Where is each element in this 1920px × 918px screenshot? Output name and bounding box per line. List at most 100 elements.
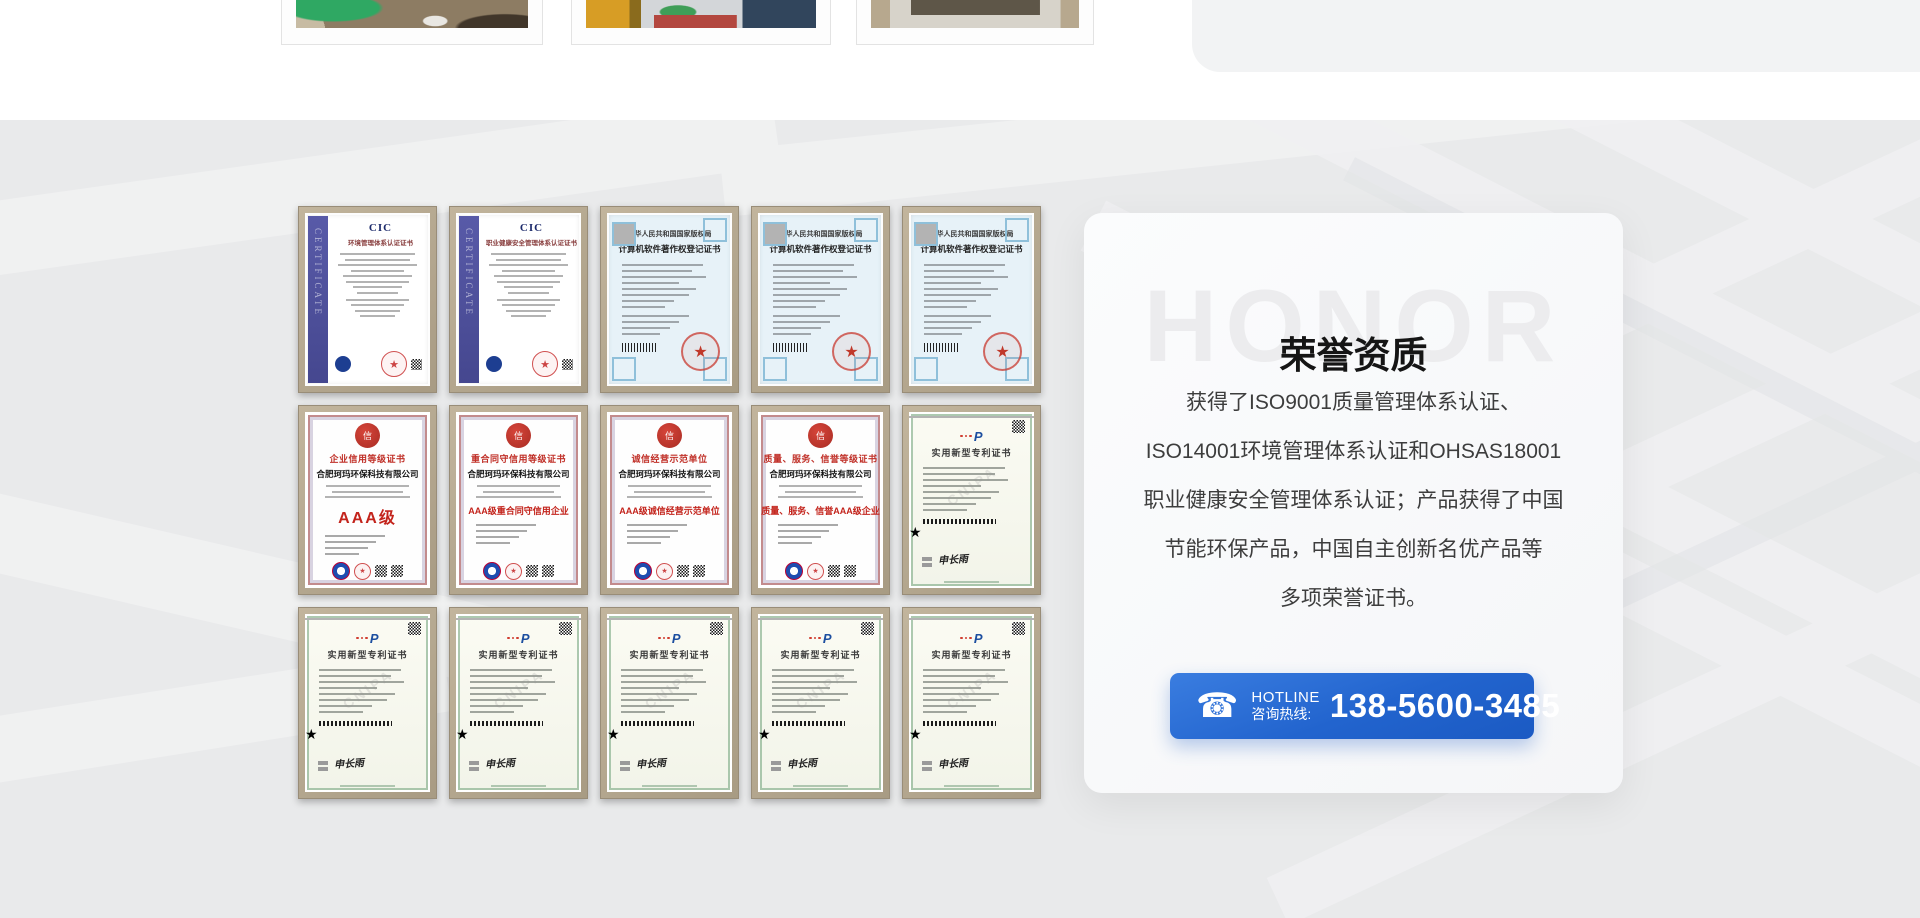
- certificate-patent[interactable]: CNIPA 信 P 实用新型专利证书: [902, 405, 1041, 595]
- certificate-cic[interactable]: CERTIFICATE 信 P CIC 职业健康安全管理体系认证证书: [449, 206, 588, 393]
- red-star-seal: [607, 726, 638, 757]
- certificate-title: 实用新型专利证书: [758, 648, 883, 661]
- qr-code-icon: [710, 622, 723, 635]
- corner-ornament: [1005, 218, 1029, 242]
- certificate-patent[interactable]: CNIPA 信 P 实用新型专利证书: [600, 607, 739, 799]
- honor-section: CERTIFICATE 信 P CIC 环境管理体系认证证书: [0, 120, 1920, 918]
- red-star-seal: [305, 726, 336, 757]
- corner-ornament: [456, 618, 581, 620]
- red-star-seal: [456, 726, 487, 757]
- certificate-title: 诚信经营示范单位: [607, 452, 732, 465]
- corner-ornament: [763, 222, 787, 246]
- company-name: 合肥珂玛环保科技有限公司: [607, 468, 732, 480]
- qr-code-icon: [391, 565, 403, 577]
- certificate-copyright[interactable]: 信 P 中华人民共和国国家版权局 计算机软件著作权登记证书: [751, 206, 890, 393]
- cnipa-p-mark: P: [521, 632, 530, 645]
- certificate-title: 职业健康安全管理体系认证证书: [482, 237, 581, 247]
- certificate-credit[interactable]: 信 P 质量、服务、信誉等级证书 合肥珂玛环保科技有限公司 质量、服务、信誉AA…: [751, 405, 890, 595]
- construction-machinery-photo: [586, 0, 816, 28]
- certificate-title: 实用新型专利证书: [909, 446, 1034, 459]
- cnipa-p-mark: P: [974, 430, 983, 443]
- red-star-seal: [983, 332, 1022, 371]
- corner-ornament: [914, 222, 938, 246]
- blue-round-seal: [634, 562, 652, 580]
- blue-round-seal: [785, 562, 803, 580]
- corner-ornament: [763, 357, 787, 381]
- grade-text: AAA级重合同守信用企业: [456, 504, 581, 517]
- grade-text: 质量、服务、信誉AAA级企业: [758, 504, 883, 517]
- hotline-button[interactable]: ☎ HOTLINE 咨询热线: 138-5600-3485: [1170, 673, 1534, 739]
- barcode: [924, 343, 958, 352]
- qr-code-icon: [411, 359, 422, 370]
- company-name: 合肥珂玛环保科技有限公司: [758, 468, 883, 480]
- corner-ornament: [607, 618, 732, 620]
- certificate-grid: CERTIFICATE 信 P CIC 环境管理体系认证证书: [298, 206, 1041, 799]
- certificate-copyright[interactable]: 信 P 中华人民共和国国家版权局 计算机软件著作权登记证书: [600, 206, 739, 393]
- hotline-label-zh: 咨询热线:: [1251, 706, 1320, 723]
- red-emblem-seal: 信: [355, 423, 380, 448]
- certificate-side-band: CERTIFICATE: [459, 216, 479, 383]
- qr-code-icon: [861, 622, 874, 635]
- certificate-title: 重合同守信用等级证书: [456, 452, 581, 465]
- signature: 申长雨: [787, 754, 818, 771]
- certificate-copyright[interactable]: 信 P 中华人民共和国国家版权局 计算机软件著作权登记证书: [902, 206, 1041, 393]
- red-star-seal: [381, 351, 407, 377]
- qr-code-icon: [562, 359, 573, 370]
- honor-paragraph-line: 获得了ISO9001质量管理体系认证、: [1124, 378, 1583, 427]
- red-star-seal: [758, 726, 789, 757]
- corner-ornament: [758, 618, 883, 620]
- blue-round-seal: [486, 356, 502, 372]
- certificate-patent[interactable]: CNIPA 信 P 实用新型专利证书: [298, 607, 437, 799]
- qr-code-icon: [844, 565, 856, 577]
- barcode: [622, 343, 656, 352]
- barcode: [773, 343, 807, 352]
- qr-code-icon: [375, 565, 387, 577]
- corner-ornament: [612, 357, 636, 381]
- company-name: 合肥珂玛环保科技有限公司: [305, 468, 430, 480]
- company-name: 合肥珂玛环保科技有限公司: [456, 468, 581, 480]
- corner-ornament: [909, 416, 1034, 418]
- signature: 申长雨: [334, 754, 365, 771]
- certificate-credit[interactable]: 信 P 企业信用等级证书 合肥珂玛环保科技有限公司 AAA级: [298, 405, 437, 595]
- project-photo-card-2[interactable]: [571, 0, 831, 45]
- excavation-site-photo: [296, 0, 528, 28]
- blue-round-seal: [335, 356, 351, 372]
- certificate-title: 企业信用等级证书: [305, 452, 430, 465]
- signature: 申长雨: [938, 550, 969, 567]
- red-star-seal: [681, 332, 720, 371]
- qr-code-icon: [408, 622, 421, 635]
- certificate-title: 实用新型专利证书: [909, 648, 1034, 661]
- certificate-patent[interactable]: CNIPA 信 P 实用新型专利证书: [902, 607, 1041, 799]
- red-emblem-seal: 信: [657, 423, 682, 448]
- red-star-seal: [909, 726, 940, 757]
- certificate-title: 实用新型专利证书: [456, 648, 581, 661]
- certificate-credit[interactable]: 信 P 诚信经营示范单位 合肥珂玛环保科技有限公司 AAA级诚信经营示范单位: [600, 405, 739, 595]
- hotline-label-en: HOTLINE: [1251, 689, 1320, 706]
- concrete-tank-pit-photo: [871, 0, 1079, 28]
- corner-ornament: [909, 618, 1034, 620]
- red-star-seal: [807, 563, 824, 580]
- red-star-seal: [909, 524, 940, 555]
- red-emblem-seal: 信: [808, 423, 833, 448]
- telephone-icon: ☎: [1196, 689, 1238, 723]
- certificate-title: 环境管理体系认证证书: [331, 237, 430, 247]
- project-photo-card-1[interactable]: [281, 0, 543, 45]
- certificate-patent[interactable]: CNIPA 信 P 实用新型专利证书: [449, 607, 588, 799]
- certificate-patent[interactable]: CNIPA 信 P 实用新型专利证书: [751, 607, 890, 799]
- red-emblem-seal: 信: [506, 423, 531, 448]
- cnipa-p-mark: P: [370, 632, 379, 645]
- hotline-number: 138-5600-3485: [1330, 687, 1560, 725]
- previous-section-strip: [0, 0, 1920, 120]
- qr-code-icon: [677, 565, 689, 577]
- blue-round-seal: [332, 562, 350, 580]
- red-star-seal: [832, 332, 871, 371]
- rounded-corner-panel: [1192, 0, 1920, 72]
- certificate-cic[interactable]: CERTIFICATE 信 P CIC 环境管理体系认证证书: [298, 206, 437, 393]
- grade-text: AAA级诚信经营示范单位: [607, 504, 732, 517]
- cnipa-p-mark: P: [672, 632, 681, 645]
- project-photo-card-3[interactable]: [856, 0, 1094, 45]
- red-star-seal: [532, 351, 558, 377]
- grade-text: AAA级: [305, 504, 430, 528]
- honor-paragraph-line: 多项荣誉证书。: [1124, 574, 1583, 623]
- certificate-credit[interactable]: 信 P 重合同守信用等级证书 合肥珂玛环保科技有限公司 AAA级重合同守信用企业: [449, 405, 588, 595]
